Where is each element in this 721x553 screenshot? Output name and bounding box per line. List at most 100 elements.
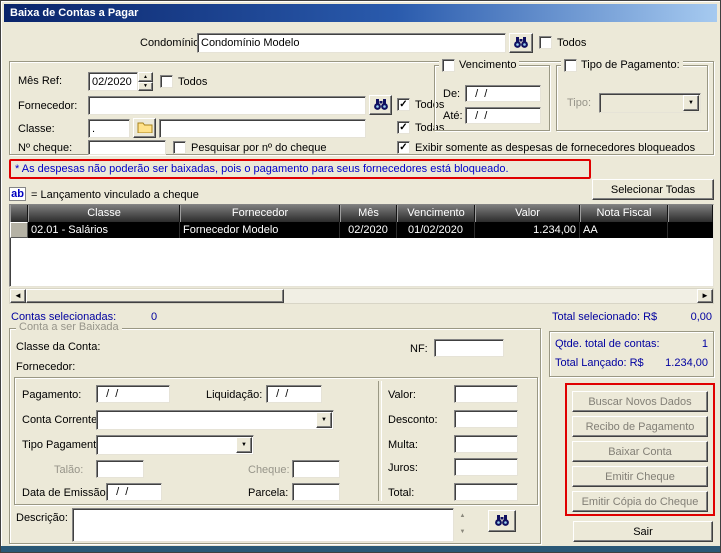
cell-fornecedor: Fornecedor Modelo xyxy=(180,222,340,238)
spinner-up-button[interactable]: ▲ xyxy=(138,72,153,82)
classe-input[interactable] xyxy=(159,119,366,138)
dropdown-button[interactable]: ▼ xyxy=(683,95,699,111)
conta-baixada-group: Conta a ser Baixada Classe da Conta: NF:… xyxy=(9,321,541,544)
dropdown-arrow-icon: ▼ xyxy=(241,442,247,448)
conta-corrente-label: Conta Corrente: xyxy=(22,414,101,426)
conta-corrente-combobox[interactable]: ▼ xyxy=(96,410,334,430)
classe-code-input[interactable] xyxy=(88,119,130,138)
nf-label: NF: xyxy=(410,343,428,355)
parcela-input[interactable] xyxy=(292,483,340,501)
total-lancado-row: Total Lançado: R$ 1.234,00 xyxy=(555,357,708,369)
emitir-copia-cheque-button[interactable]: Emitir Cópia do Cheque xyxy=(572,491,708,512)
pagamento-input[interactable] xyxy=(96,385,170,403)
dropdown-button[interactable]: ▼ xyxy=(316,412,332,428)
exibir-bloqueados-checkbox[interactable]: ✓ xyxy=(397,141,410,154)
checkmark-icon: ✓ xyxy=(399,141,408,153)
condominio-search-button[interactable] xyxy=(509,33,533,53)
scroll-left-button[interactable]: ◄ xyxy=(10,289,26,303)
mes-ref-input[interactable] xyxy=(88,72,138,91)
tipo-pagamento-combobox[interactable]: ▼ xyxy=(96,435,254,455)
pesquisar-cheque-checkbox[interactable] xyxy=(173,141,186,154)
total-selecionado-value: 0,00 xyxy=(690,311,712,323)
arrow-down-icon[interactable]: ▼ xyxy=(456,525,469,542)
juros-label: Juros: xyxy=(388,462,418,474)
juros-input[interactable] xyxy=(454,458,518,476)
vencimento-ate-input[interactable] xyxy=(465,107,541,124)
checkmark-icon: ✓ xyxy=(399,121,408,133)
grid-col-vencimento[interactable]: Vencimento xyxy=(397,205,475,222)
valor-input[interactable] xyxy=(454,385,518,403)
ncheque-label: Nº cheque: xyxy=(18,142,73,154)
classe-folder-button[interactable] xyxy=(133,118,156,138)
fornecedor-input[interactable] xyxy=(88,96,366,115)
fornecedor-search-button[interactable] xyxy=(369,95,392,115)
binoculars-icon xyxy=(494,513,510,530)
vencimento-de-input[interactable] xyxy=(465,85,541,102)
total-lancado-label: Total Lançado: R$ xyxy=(555,357,644,369)
condominio-input[interactable] xyxy=(197,33,506,53)
tipo-pagamento-checkbox[interactable] xyxy=(564,58,577,72)
scroll-right-button[interactable]: ► xyxy=(697,289,713,303)
grid-col-nota-fiscal[interactable]: Nota Fiscal xyxy=(580,205,668,222)
recibo-pagamento-label: Recibo de Pagamento xyxy=(585,420,695,433)
cell-vencimento: 01/02/2020 xyxy=(397,222,475,238)
recibo-pagamento-button[interactable]: Recibo de Pagamento xyxy=(572,416,708,437)
fornecedor-todos-checkbox[interactable]: ✓ xyxy=(397,98,410,111)
condominio-label: Condomínio: xyxy=(140,37,203,49)
grid-row-selected[interactable]: 02.01 - Salários Fornecedor Modelo 02/20… xyxy=(10,222,713,238)
multa-input[interactable] xyxy=(454,435,518,453)
talao-input[interactable] xyxy=(96,460,144,478)
dropdown-button[interactable]: ▼ xyxy=(236,437,252,453)
grid-col-mes[interactable]: Mês xyxy=(340,205,397,222)
selecionar-todas-button[interactable]: Selecionar Todas xyxy=(592,179,714,200)
cheque-input[interactable] xyxy=(292,460,340,478)
liquidacao-input[interactable] xyxy=(266,385,322,403)
pagamento-label: Pagamento: xyxy=(22,389,82,401)
grid-col-valor[interactable]: Valor xyxy=(475,205,580,222)
title-bar[interactable]: Baixa de Contas a Pagar xyxy=(4,4,717,22)
sair-button[interactable]: Sair xyxy=(573,521,713,542)
scroll-thumb[interactable] xyxy=(26,289,284,303)
descricao-label: Descrição: xyxy=(16,512,68,524)
grid-col-extra[interactable] xyxy=(668,205,713,222)
mes-ref-label: Mês Ref: xyxy=(18,75,63,87)
expenses-grid: Classe Fornecedor Mês Vencimento Valor N… xyxy=(9,204,714,287)
classe-todas-checkbox[interactable]: ✓ xyxy=(397,121,410,134)
tipo-pagamento-field-label: Tipo Pagamento: xyxy=(22,439,106,451)
binoculars-icon xyxy=(373,97,389,114)
data-emissao-input[interactable] xyxy=(106,483,162,501)
grid-col-indicator[interactable] xyxy=(10,205,28,222)
nf-input[interactable] xyxy=(434,339,504,357)
legend-text: = Lançamento vinculado a cheque xyxy=(31,189,199,201)
cell-nota-fiscal: AA xyxy=(580,222,668,238)
cheque-label: Cheque: xyxy=(248,464,290,476)
mes-ref-spinner: ▲ ▼ xyxy=(138,72,153,91)
buscar-novos-dados-label: Buscar Novos Dados xyxy=(588,395,692,408)
buscar-novos-dados-button[interactable]: Buscar Novos Dados xyxy=(572,391,708,412)
spinner-down-button[interactable]: ▼ xyxy=(138,82,153,91)
arrow-up-icon[interactable]: ▲ xyxy=(456,508,469,525)
baixar-conta-button[interactable]: Baixar Conta xyxy=(572,441,708,462)
valor-label: Valor: xyxy=(388,389,416,401)
ncheque-input[interactable] xyxy=(88,140,166,155)
desconto-input[interactable] xyxy=(454,410,518,428)
tipo-combobox[interactable]: ▼ xyxy=(599,93,701,113)
grid-col-fornecedor[interactable]: Fornecedor xyxy=(180,205,340,222)
mes-todos-checkbox[interactable] xyxy=(160,75,173,88)
folder-icon xyxy=(137,121,153,136)
condominio-todos-checkbox[interactable] xyxy=(539,36,552,49)
vencimento-checkbox[interactable] xyxy=(442,58,455,72)
descricao-search-button[interactable] xyxy=(488,510,516,532)
grid-hscrollbar: ◄ ► xyxy=(9,288,714,304)
exibir-bloqueados-label: Exibir somente as despesas de fornecedor… xyxy=(415,142,696,154)
descricao-textarea[interactable] xyxy=(72,508,454,542)
multa-label: Multa: xyxy=(388,439,418,451)
classe-da-conta-label: Classe da Conta: xyxy=(16,341,101,353)
warning-message: * As despesas não poderão ser baixadas, … xyxy=(9,159,591,179)
total-input[interactable] xyxy=(454,483,518,501)
vencimento-group: Vencimento De: Até: xyxy=(434,58,550,131)
data-emissao-label: Data de Emissão: xyxy=(22,487,109,499)
contas-selecionadas-value: 0 xyxy=(151,311,158,323)
grid-col-classe[interactable]: Classe xyxy=(28,205,180,222)
emitir-cheque-button[interactable]: Emitir Cheque xyxy=(572,466,708,487)
